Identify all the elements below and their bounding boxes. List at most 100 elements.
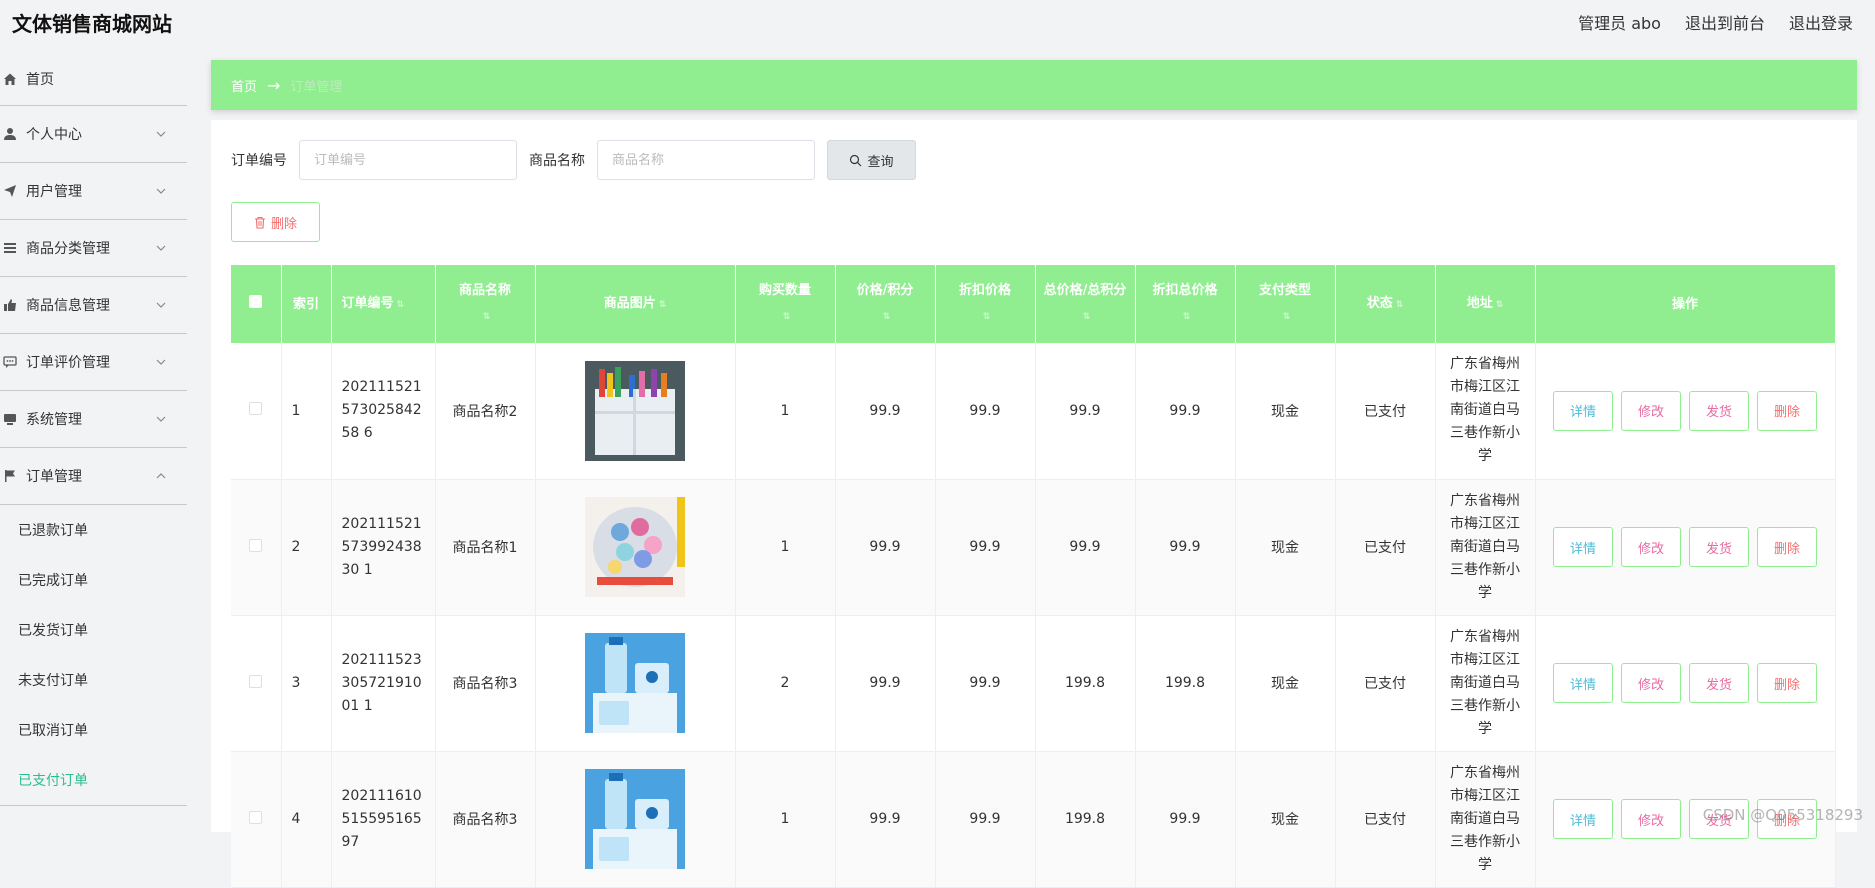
- orders-table: 索引 订单编号⇅ 商品名称⇅ 商品图片⇅ 购买数量⇅ 价格/积分⇅ 折扣价格⇅ …: [231, 265, 1836, 888]
- detail-button[interactable]: 详情: [1553, 391, 1613, 431]
- site-title: 文体销售商城网站: [12, 8, 172, 37]
- chevron-down-icon: [155, 242, 167, 254]
- ship-button[interactable]: 发货: [1689, 527, 1749, 567]
- cell-status: 已支付: [1335, 751, 1435, 887]
- row-checkbox[interactable]: [249, 675, 262, 688]
- cell-order-no: 20211161051559516597: [331, 751, 435, 887]
- product-image[interactable]: [585, 769, 685, 869]
- cell-price: 99.9: [835, 343, 935, 479]
- cell-order-no: 20211152330572191001 1: [331, 615, 435, 751]
- search-icon: [849, 154, 862, 167]
- product-image[interactable]: [585, 633, 685, 733]
- edit-button[interactable]: 修改: [1621, 391, 1681, 431]
- product-name-label: 商品名称: [529, 150, 585, 170]
- cell-qty: 1: [735, 343, 835, 479]
- cell-actions: 详情 修改 发货 删除: [1535, 479, 1835, 615]
- delete-button[interactable]: 删除: [1757, 391, 1817, 431]
- batch-delete-button[interactable]: 删除: [231, 202, 320, 242]
- submenu-cancelled[interactable]: 已取消订单: [0, 705, 187, 755]
- edit-button[interactable]: 修改: [1621, 799, 1681, 839]
- sidebar-item-label: 系统管理: [26, 409, 82, 429]
- cell-status: 已支付: [1335, 343, 1435, 479]
- row-checkbox[interactable]: [249, 539, 262, 552]
- cell-product: 商品名称3: [435, 751, 535, 887]
- sidebar-item-orders[interactable]: 订单管理: [0, 448, 187, 505]
- detail-button[interactable]: 详情: [1553, 799, 1613, 839]
- col-label: 状态: [1367, 296, 1393, 311]
- cell-index: 3: [281, 615, 331, 751]
- detail-button[interactable]: 详情: [1553, 663, 1613, 703]
- cell-address: 广东省梅州市梅江区江南街道白马三巷作新小学: [1435, 479, 1535, 615]
- cell-qty: 1: [735, 751, 835, 887]
- logout-link[interactable]: 退出登录: [1789, 10, 1853, 34]
- sidebar-item-products[interactable]: 商品信息管理: [0, 277, 187, 334]
- delete-button[interactable]: 删除: [1757, 527, 1817, 567]
- product-name-input[interactable]: [597, 140, 815, 180]
- order-no-text: 20211152157302584258 6: [342, 376, 428, 445]
- sidebar-item-categories[interactable]: 商品分类管理: [0, 220, 187, 277]
- edit-button[interactable]: 修改: [1621, 663, 1681, 703]
- sidebar-item-label: 个人中心: [26, 124, 82, 144]
- ship-button[interactable]: 发货: [1689, 663, 1749, 703]
- col-price[interactable]: 价格/积分⇅: [835, 265, 935, 343]
- delete-button[interactable]: 删除: [1757, 663, 1817, 703]
- col-qty[interactable]: 购买数量⇅: [735, 265, 835, 343]
- main-panel: 订单编号 商品名称 查询 删除 索引 订单编号⇅ 商品名称⇅ 商品图片⇅ 购买数…: [211, 120, 1857, 832]
- sidebar-item-system[interactable]: 系统管理: [0, 391, 187, 448]
- select-all-checkbox[interactable]: [249, 295, 262, 308]
- order-no-input[interactable]: [299, 140, 517, 180]
- sidebar-item-profile[interactable]: 个人中心: [0, 106, 187, 163]
- col-pay-type[interactable]: 支付类型⇅: [1235, 265, 1335, 343]
- cell-discount-price: 99.9: [935, 615, 1035, 751]
- detail-button[interactable]: 详情: [1553, 527, 1613, 567]
- cell-product: 商品名称1: [435, 479, 535, 615]
- sidebar-item-reviews[interactable]: 订单评价管理: [0, 334, 187, 391]
- submenu-shipped[interactable]: 已发货订单: [0, 605, 187, 655]
- cell-discount-total: 99.9: [1135, 343, 1235, 479]
- cell-status: 已支付: [1335, 479, 1435, 615]
- sidebar-item-users[interactable]: 用户管理: [0, 163, 187, 220]
- col-discount-price[interactable]: 折扣价格⇅: [935, 265, 1035, 343]
- cell-image: [535, 615, 735, 751]
- submenu-unpaid[interactable]: 未支付订单: [0, 655, 187, 705]
- cell-total: 99.9: [1035, 479, 1135, 615]
- row-checkbox[interactable]: [249, 402, 262, 415]
- cell-price: 99.9: [835, 751, 935, 887]
- product-image[interactable]: [585, 361, 685, 461]
- cell-discount-price: 99.9: [935, 751, 1035, 887]
- cell-total: 99.9: [1035, 343, 1135, 479]
- table-row: 2 20211152157399243830 1 商品名称1 1 99.9 99…: [231, 479, 1835, 615]
- sidebar-item-label: 用户管理: [26, 181, 82, 201]
- query-button[interactable]: 查询: [827, 140, 916, 180]
- col-order-no[interactable]: 订单编号⇅: [331, 265, 435, 343]
- query-button-label: 查询: [867, 151, 893, 170]
- row-select-cell: [231, 751, 281, 887]
- chevron-down-icon: [155, 185, 167, 197]
- submenu-paid[interactable]: 已支付订单: [0, 755, 187, 805]
- cell-product: 商品名称2: [435, 343, 535, 479]
- row-select-cell: [231, 343, 281, 479]
- select-all-cell: [231, 265, 281, 343]
- chevron-up-icon: [155, 470, 167, 482]
- col-image[interactable]: 商品图片⇅: [535, 265, 735, 343]
- col-address[interactable]: 地址⇅: [1435, 265, 1535, 343]
- row-checkbox[interactable]: [249, 811, 262, 824]
- col-label: 价格/积分: [857, 283, 914, 298]
- front-link[interactable]: 退出到前台: [1685, 10, 1765, 34]
- product-image[interactable]: [585, 497, 685, 597]
- table-row: 3 20211152330572191001 1 商品名称3 2 99.9 99…: [231, 615, 1835, 751]
- sidebar-item-home[interactable]: 首页: [0, 52, 187, 106]
- col-status[interactable]: 状态⇅: [1335, 265, 1435, 343]
- edit-button[interactable]: 修改: [1621, 527, 1681, 567]
- col-label: 折扣总价格: [1152, 283, 1217, 298]
- breadcrumb-home[interactable]: 首页: [231, 76, 257, 95]
- submenu-completed[interactable]: 已完成订单: [0, 555, 187, 605]
- col-discount-total[interactable]: 折扣总价格⇅: [1135, 265, 1235, 343]
- col-product[interactable]: 商品名称⇅: [435, 265, 535, 343]
- ship-button[interactable]: 发货: [1689, 391, 1749, 431]
- send-icon: [2, 183, 18, 199]
- col-total[interactable]: 总价格/总积分⇅: [1035, 265, 1135, 343]
- submenu-refunded[interactable]: 已退款订单: [0, 505, 187, 555]
- row-select-cell: [231, 479, 281, 615]
- cell-index: 1: [281, 343, 331, 479]
